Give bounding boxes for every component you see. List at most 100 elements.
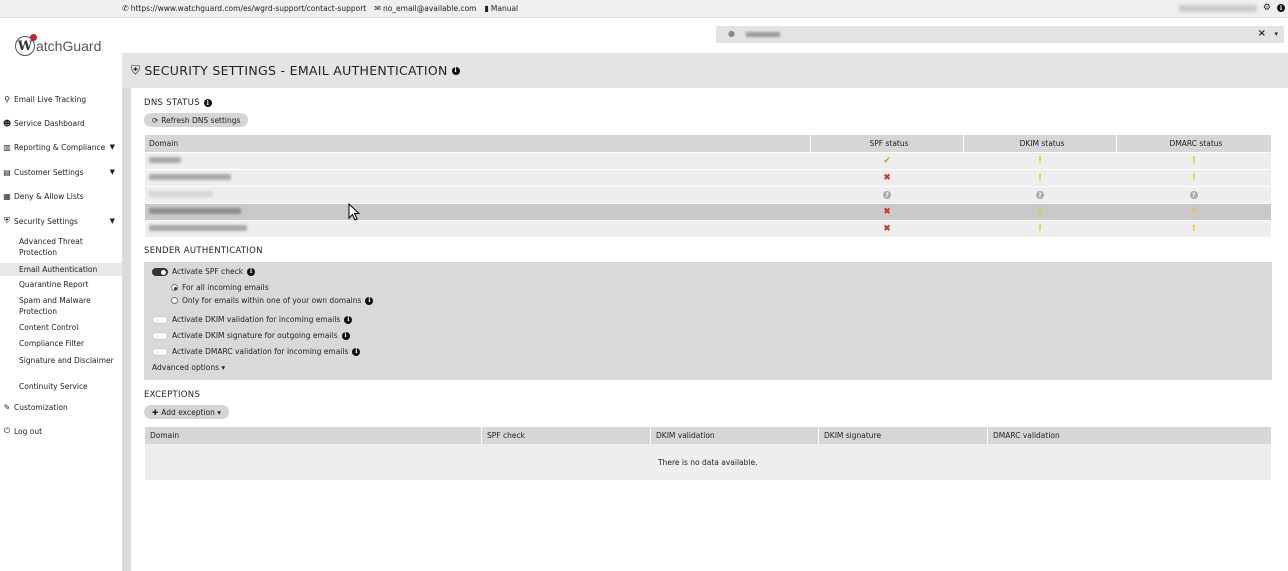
sidebar-sub-signature-disclaimer[interactable]: Signature and Disclaimer	[0, 355, 122, 366]
dmarc-warning-icon: !	[1116, 168, 1271, 186]
column-header-dmarc[interactable]: DMARC status	[1116, 135, 1271, 152]
caret-down-icon: ▼	[109, 168, 115, 176]
sidebar-item-reporting[interactable]: ▥ Reporting & Compliance ▼	[0, 140, 122, 154]
exceptions-title: EXCEPTIONS	[144, 390, 201, 400]
column-header-dmarc-validation[interactable]: DMARC validation	[987, 427, 1271, 444]
info-icon[interactable]: i	[451, 66, 460, 75]
empty-table-message: There is no data available.	[144, 444, 1271, 480]
dkim-validation-option: Activate DKIM validation for incoming em…	[152, 315, 353, 324]
search-icon: ⚲	[4, 94, 10, 104]
column-header-spf[interactable]: SPF status	[810, 135, 964, 152]
account-name-redacted[interactable]	[1178, 4, 1257, 12]
spf-all-option: For all incoming emails	[171, 283, 269, 292]
spf-all-label: For all incoming emails	[182, 283, 269, 292]
column-header-domain[interactable]: Domain	[144, 427, 482, 444]
table-row[interactable]: ✔ ! !	[144, 151, 1271, 169]
column-header-dkim-validation[interactable]: DKIM validation	[650, 427, 819, 444]
sidebar-sub-spam-malware[interactable]: Spam and Malware Protection	[0, 295, 122, 317]
shield-icon: ⛨	[131, 63, 141, 77]
sidebar-item-deny-allow[interactable]: ▦ Deny & Allow Lists	[0, 189, 122, 203]
sender-auth-heading: SENDER AUTHENTICATION	[144, 246, 263, 256]
table-row-selected[interactable]: ✖ ! !	[144, 202, 1271, 220]
watchguard-logo[interactable]: W atchGuard	[15, 34, 102, 56]
support-url: https://www.watchguard.com/es/wgrd-suppo…	[130, 4, 367, 13]
domain-redacted	[144, 219, 811, 237]
top-links: ✆ https://www.watchguard.com/es/wgrd-sup…	[122, 4, 518, 13]
sidebar-item-label: Service Dashboard	[14, 118, 85, 128]
info-icon[interactable]: i	[1277, 4, 1285, 12]
dkim-warning-icon: !	[963, 151, 1117, 169]
add-exception-button[interactable]: ✚ Add exception ▾	[144, 405, 230, 419]
spf-fail-icon: ✖	[810, 168, 964, 186]
sidebar-item-customer-settings[interactable]: ▤ Customer Settings ▼	[0, 165, 122, 179]
info-icon[interactable]: i	[365, 296, 374, 305]
sidebar-item-logout[interactable]: ⏻ Log out	[0, 424, 122, 438]
logo-mark: W	[15, 34, 37, 56]
power-icon: ⏻	[3, 426, 11, 435]
column-header-spf-check[interactable]: SPF check	[481, 427, 651, 444]
info-icon[interactable]: i	[203, 99, 212, 107]
spf-own-radio[interactable]	[171, 297, 178, 304]
domain-redacted	[144, 151, 811, 169]
sender-auth-title: SENDER AUTHENTICATION	[144, 246, 263, 256]
chevron-down-icon[interactable]: ▾	[1274, 30, 1278, 38]
sidebar-item-label: Deny & Allow Lists	[14, 191, 84, 201]
sidebar-item-email-live-tracking[interactable]: ⚲ Email Live Tracking	[0, 92, 122, 106]
page-title-text: SECURITY SETTINGS - EMAIL AUTHENTICATION	[144, 63, 448, 78]
dkim-warning-icon: !	[963, 219, 1117, 237]
email-link[interactable]: ✉ no_email@available.com	[374, 4, 476, 13]
plus-icon: ✚	[152, 407, 159, 417]
advanced-options-label: Advanced options ▾	[152, 363, 226, 372]
spf-check-option: Activate SPF check i	[152, 267, 256, 276]
domain-redacted	[144, 185, 811, 203]
manual-link[interactable]: ▮ Manual	[484, 4, 518, 13]
table-row[interactable]: ✖ ! !	[144, 168, 1271, 186]
refresh-icon: ⟳	[152, 115, 159, 125]
sidebar-item-customization[interactable]: ✎ Customization	[0, 400, 122, 414]
sidebar-sub-quarantine-report[interactable]: Quarantine Report	[0, 279, 122, 290]
user-icon: ●	[728, 29, 735, 38]
dkim-validation-toggle[interactable]	[152, 315, 168, 324]
dkim-signature-toggle[interactable]	[152, 331, 168, 340]
envelope-icon: ✉	[374, 4, 381, 13]
close-icon[interactable]: ×	[1258, 28, 1266, 39]
dmarc-validation-toggle[interactable]	[152, 347, 168, 356]
dns-status-table: Domain SPF status DKIM status DMARC stat…	[144, 135, 1271, 237]
sidebar-sub-compliance-filter[interactable]: Compliance Filter	[0, 338, 122, 349]
support-link[interactable]: ✆ https://www.watchguard.com/es/wgrd-sup…	[122, 4, 366, 13]
column-header-dkim-signature[interactable]: DKIM signature	[818, 427, 988, 444]
spf-check-label: Activate SPF check	[172, 267, 244, 276]
dmarc-warning-icon: !	[1116, 219, 1271, 237]
spf-ok-icon: ✔	[810, 151, 964, 169]
sidebar-item-label: Customer Settings	[14, 167, 84, 177]
info-icon[interactable]: i	[247, 267, 256, 276]
dkim-warning-icon: !	[963, 168, 1117, 186]
sidebar-item-service-dashboard[interactable]: ☻ Service Dashboard	[0, 116, 122, 130]
settings-icon[interactable]: ⚙	[1263, 3, 1271, 13]
dkim-signature-label: Activate DKIM signature for outgoing ema…	[172, 331, 338, 340]
user-selector[interactable]: ● × ▾	[716, 26, 1284, 43]
sidebar-item-label: Email Live Tracking	[14, 94, 87, 104]
sidebar-item-security-settings[interactable]: ⛨ Security Settings ▼	[0, 214, 122, 228]
sidebar-sub-content-control[interactable]: Content Control	[0, 322, 122, 333]
info-icon[interactable]: i	[352, 347, 361, 356]
id-card-icon: ▤	[3, 167, 11, 177]
column-header-dkim[interactable]: DKIM status	[963, 135, 1117, 152]
sidebar-sub-email-authentication[interactable]: Email Authentication	[0, 263, 122, 276]
exceptions-heading: EXCEPTIONS	[144, 390, 200, 400]
email-text: no_email@available.com	[382, 4, 477, 13]
info-icon[interactable]: i	[344, 315, 353, 324]
advanced-options-toggle[interactable]: Advanced options ▾	[152, 363, 225, 372]
table-row[interactable]: ✖ ! !	[144, 219, 1271, 237]
spf-check-toggle[interactable]	[152, 267, 168, 276]
dkim-signature-option: Activate DKIM signature for outgoing ema…	[152, 331, 350, 340]
sidebar-sub-continuity-service[interactable]: Continuity Service	[0, 381, 122, 392]
column-header-domain[interactable]: Domain	[144, 135, 811, 152]
table-row[interactable]: ? ? ?	[144, 185, 1271, 203]
sidebar-sub-advanced-threat[interactable]: Advanced Threat Protection	[0, 236, 122, 258]
refresh-dns-button[interactable]: ⟳ Refresh DNS settings	[144, 113, 249, 127]
info-icon[interactable]: i	[341, 331, 350, 340]
logo-text: atchGuard	[36, 38, 102, 54]
spf-all-radio[interactable]	[171, 284, 178, 291]
dmarc-warning-icon: !	[1116, 151, 1271, 169]
